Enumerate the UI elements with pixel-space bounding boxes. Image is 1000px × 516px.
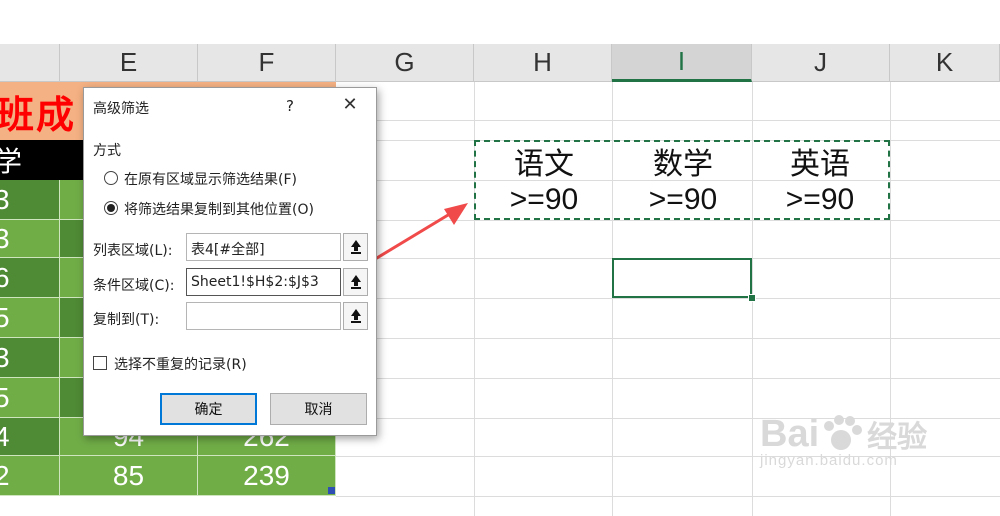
active-cell[interactable] <box>612 258 752 298</box>
radio-filter-in-place[interactable] <box>104 171 118 185</box>
ok-button[interactable]: 确定 <box>160 393 257 425</box>
collapse-arrow-icon <box>350 309 361 323</box>
column-header-k[interactable]: K <box>890 44 1000 82</box>
grid-line <box>336 120 1000 121</box>
column-header-i[interactable]: I <box>612 44 752 82</box>
table-cell[interactable]: 3 <box>0 220 60 258</box>
criteria-range-label: 条件区域(C): <box>93 278 175 294</box>
close-icon: ✕ <box>342 93 358 115</box>
fill-handle[interactable] <box>748 294 756 302</box>
unique-records-label[interactable]: 选择不重复的记录(R) <box>114 354 247 374</box>
radio-copy-to-location-label[interactable]: 将筛选结果复制到其他位置(O) <box>124 199 314 219</box>
column-header-d[interactable] <box>0 44 60 82</box>
column-header-f[interactable]: F <box>198 44 336 82</box>
watermark-brand: Bai <box>760 412 820 455</box>
grid-line <box>336 298 1000 299</box>
criteria-range-collapse-button[interactable] <box>343 268 368 296</box>
formula-bar-area <box>0 0 1000 44</box>
table-cell[interactable]: 4 <box>0 418 60 456</box>
close-button[interactable]: ✕ <box>338 93 362 115</box>
help-button[interactable]: ? <box>286 97 294 115</box>
table-cell[interactable]: 3 <box>0 180 60 220</box>
table-cell[interactable]: 239 <box>198 456 336 496</box>
table-cell[interactable]: 5 <box>0 298 60 338</box>
unique-records-checkbox[interactable] <box>93 356 107 370</box>
table-cell[interactable]: 85 <box>60 456 198 496</box>
list-range-input[interactable]: 表4[#全部] <box>186 233 341 261</box>
table-cell[interactable]: 3 <box>0 338 60 378</box>
radio-copy-to-location[interactable] <box>104 201 118 215</box>
criteria-range-input[interactable]: Sheet1!$H$2:$J$3 <box>186 268 341 296</box>
watermark-brand-cn: 经验 <box>867 420 928 455</box>
cancel-button[interactable]: 取消 <box>270 393 367 425</box>
column-header-e[interactable]: E <box>60 44 198 82</box>
table-resize-handle[interactable] <box>328 487 335 494</box>
grid-line <box>336 378 1000 379</box>
column-header-h[interactable]: H <box>474 44 612 82</box>
criteria-range-marquee <box>474 140 890 220</box>
copy-to-collapse-button[interactable] <box>343 302 368 330</box>
table-cell[interactable]: 2 <box>0 456 60 496</box>
mode-group-label: 方式 <box>93 143 121 159</box>
list-range-label: 列表区域(L): <box>93 243 173 259</box>
table-cell[interactable]: 5 <box>0 378 60 418</box>
dialog-title: 高级筛选 <box>93 101 149 117</box>
paw-icon <box>824 415 863 450</box>
grid-line <box>336 338 1000 339</box>
grid-line <box>336 496 1000 497</box>
copy-to-input[interactable] <box>186 302 341 330</box>
collapse-arrow-icon <box>350 240 361 254</box>
column-header-g[interactable]: G <box>336 44 474 82</box>
copy-to-label: 复制到(T): <box>93 312 160 328</box>
baidu-watermark: Bai 经验 jingyan.baidu.com <box>760 412 928 470</box>
list-range-collapse-button[interactable] <box>343 233 368 261</box>
advanced-filter-dialog: 高级筛选 ? ✕ 方式 在原有区域显示筛选结果(F) 将筛选结果复制到其他位置(… <box>83 87 377 436</box>
table-cell[interactable]: 6 <box>0 258 60 298</box>
collapse-arrow-icon <box>350 275 361 289</box>
radio-filter-in-place-label[interactable]: 在原有区域显示筛选结果(F) <box>124 169 297 189</box>
column-header-j[interactable]: J <box>752 44 890 82</box>
